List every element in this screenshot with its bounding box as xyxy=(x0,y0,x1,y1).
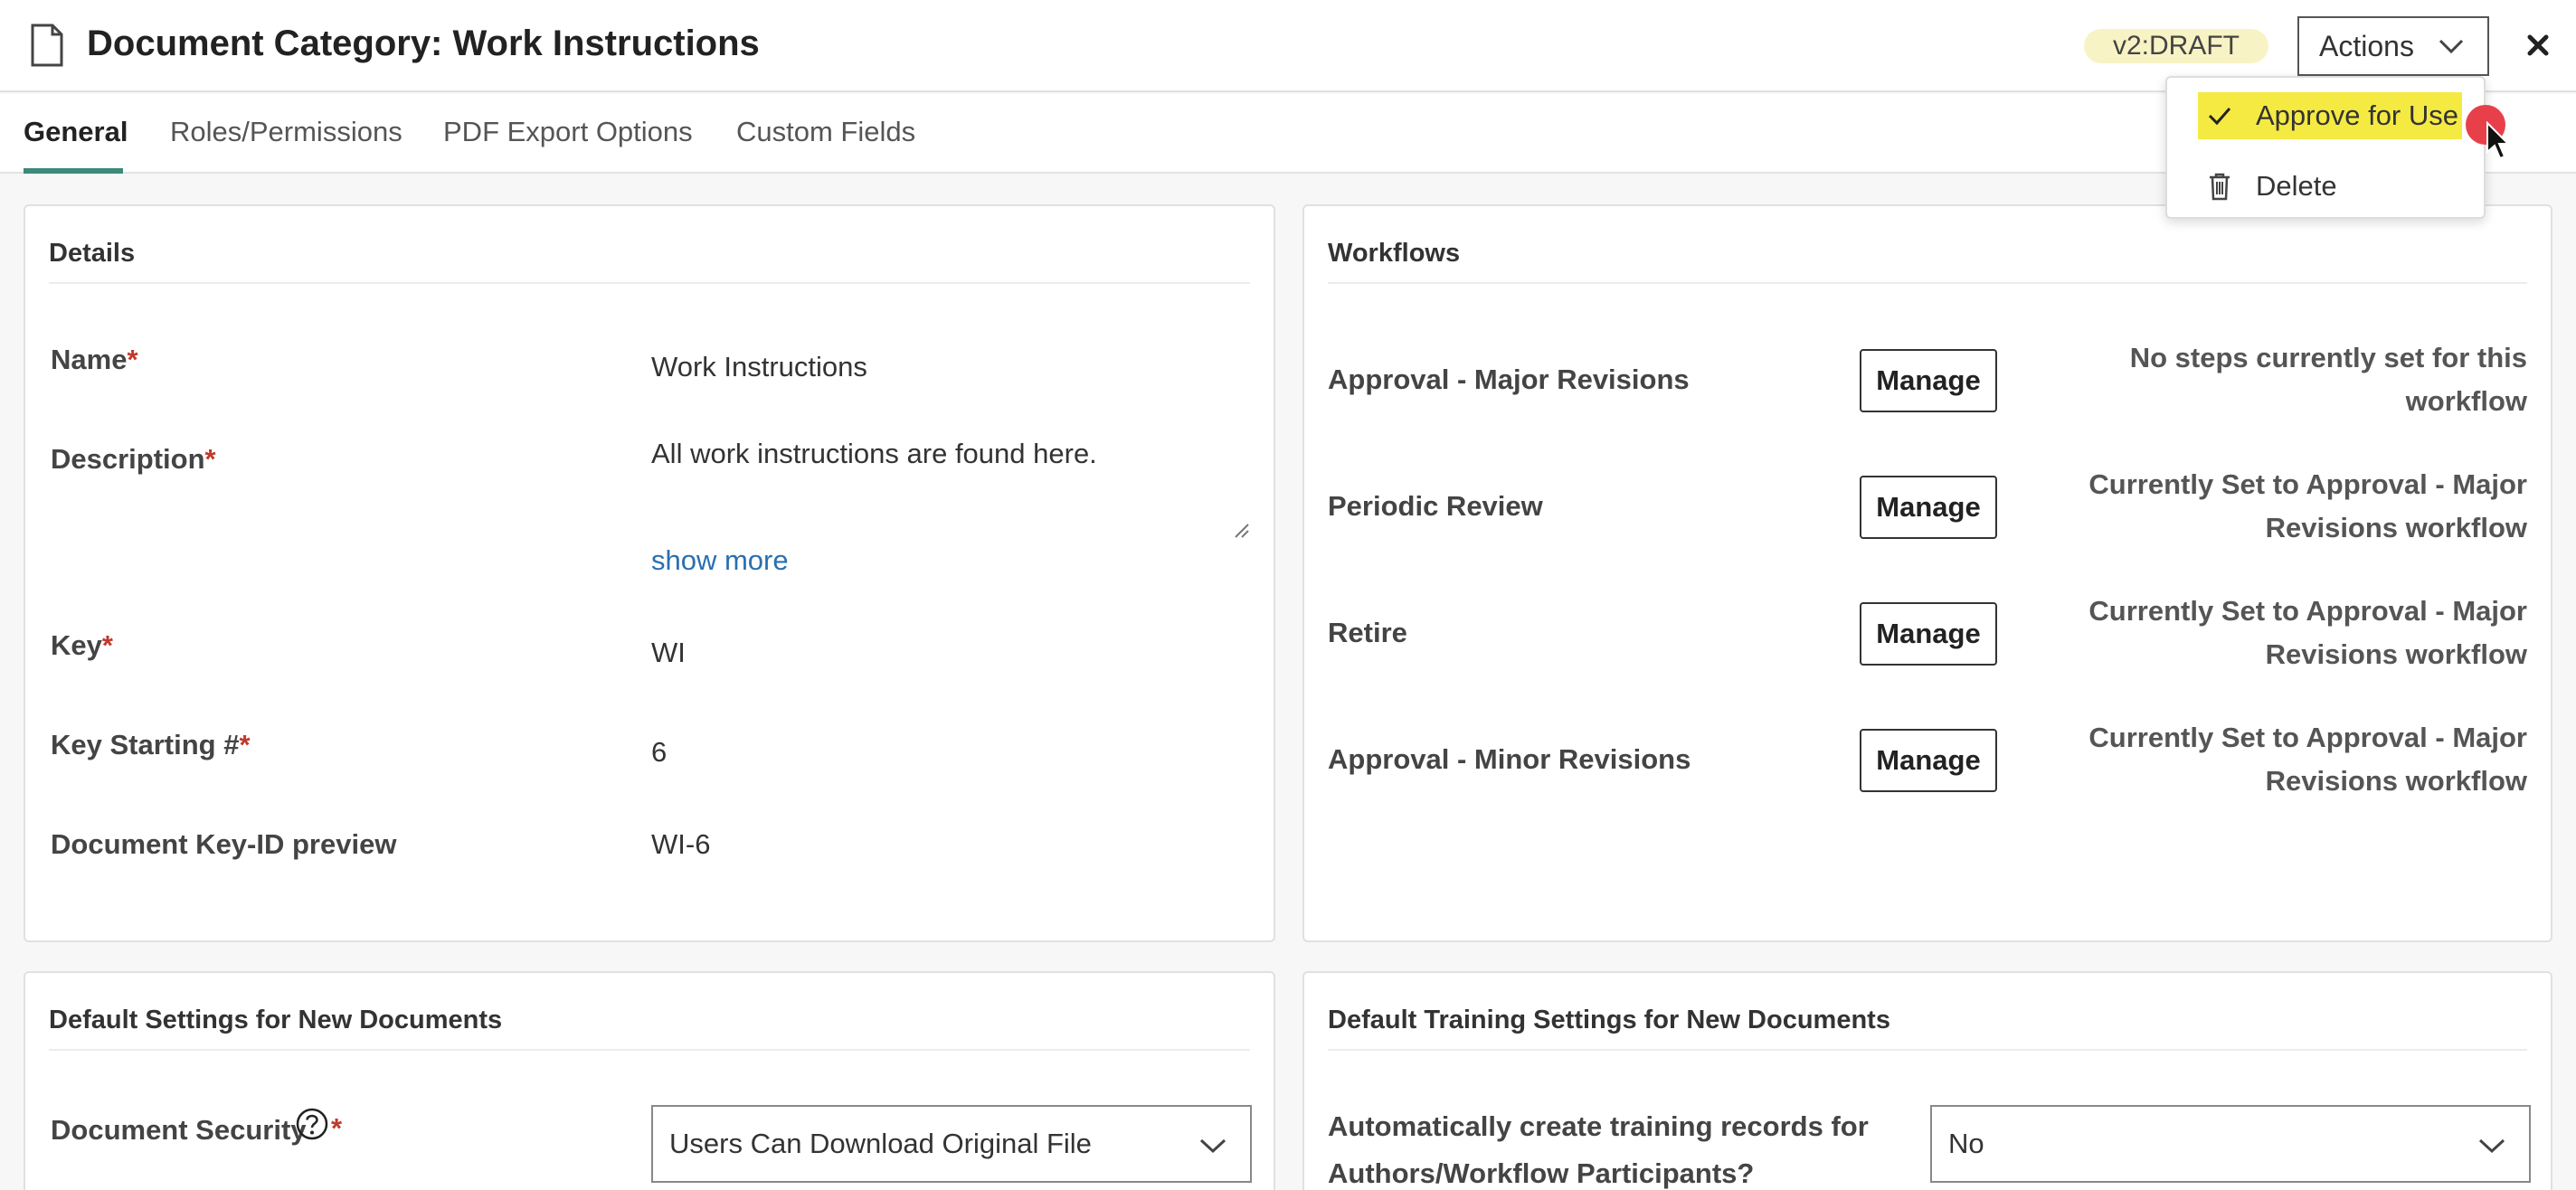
trash-icon xyxy=(2210,173,2230,201)
description-field[interactable]: All work instructions are found here. xyxy=(651,436,1097,472)
required-mark: * xyxy=(101,629,113,661)
chevron-down-icon xyxy=(2478,1138,2505,1154)
default-settings-title: Default Settings for New Documents xyxy=(49,1006,503,1034)
key-label-text: Key xyxy=(51,629,102,661)
tab-custom-fields[interactable]: Custom Fields xyxy=(736,114,915,150)
document-security-select[interactable]: Users Can Download Original File xyxy=(651,1105,1252,1183)
workflow-status: Currently Set to Approval - Major Revisi… xyxy=(2088,722,2527,797)
training-settings-card: Default Training Settings for New Docume… xyxy=(1302,971,2552,1190)
active-tab-indicator xyxy=(24,168,123,174)
auto-training-label-line1: Automatically create training records fo… xyxy=(1328,1110,1869,1142)
details-title: Details xyxy=(49,239,136,268)
workflow-name: Approval - Minor Revisions xyxy=(1328,743,1691,775)
document-icon xyxy=(31,24,63,67)
required-mark: * xyxy=(239,729,251,760)
workflow-name: Retire xyxy=(1328,617,1407,648)
delete-label: Delete xyxy=(2256,170,2337,202)
divider xyxy=(49,282,1250,284)
chevron-down-icon xyxy=(2439,39,2464,54)
auto-training-value: No xyxy=(1948,1128,1984,1159)
key-field[interactable]: WI xyxy=(651,635,686,671)
details-card: Details Name* Work Instructions Descript… xyxy=(24,204,1275,942)
workflows-card: Workflows Approval - Major Revisions Man… xyxy=(1302,204,2552,942)
training-settings-title: Default Training Settings for New Docume… xyxy=(1328,1006,1890,1034)
workflow-status: Currently Set to Approval - Major Revisi… xyxy=(2088,595,2527,670)
workflow-name: Approval - Major Revisions xyxy=(1328,364,1690,395)
workflow-status: No steps currently set for this workflow xyxy=(2129,342,2527,417)
version-badge: v2:DRAFT xyxy=(2084,29,2269,63)
required-mark: * xyxy=(204,443,216,475)
key-starting-label-text: Key Starting # xyxy=(51,729,240,760)
required-mark: * xyxy=(331,1112,343,1144)
auto-training-label-line2: Authors/Workflow Participants? xyxy=(1328,1157,1755,1189)
description-label: Description* xyxy=(51,441,216,477)
tab-pdf-export-options[interactable]: PDF Export Options xyxy=(443,114,693,150)
name-field[interactable]: Work Instructions xyxy=(651,349,867,385)
name-label-text: Name xyxy=(51,344,128,375)
description-label-text: Description xyxy=(51,443,205,475)
manage-button[interactable]: Manage xyxy=(1860,602,1997,666)
key-id-preview-value: WI-6 xyxy=(651,828,711,860)
manage-button[interactable]: Manage xyxy=(1860,349,1997,412)
actions-button-label: Actions xyxy=(2319,29,2414,62)
divider xyxy=(49,1049,1250,1051)
manage-button[interactable]: Manage xyxy=(1860,729,1997,792)
check-icon xyxy=(2208,108,2231,126)
key-label: Key* xyxy=(51,628,113,664)
actions-menu: Approve for Use Delete xyxy=(2165,76,2486,219)
chevron-down-icon xyxy=(1199,1138,1226,1154)
required-mark: * xyxy=(127,344,138,375)
auto-training-select[interactable]: No xyxy=(1930,1105,2531,1183)
key-id-preview-label: Document Key-ID preview xyxy=(51,828,397,860)
page-title: Document Category: Work Instructions xyxy=(87,24,760,63)
key-starting-field[interactable]: 6 xyxy=(651,734,667,770)
workflow-name: Periodic Review xyxy=(1328,490,1543,522)
actions-button[interactable]: Actions xyxy=(2297,16,2489,76)
tab-general[interactable]: General xyxy=(24,114,128,150)
workflow-status: Currently Set to Approval - Major Revisi… xyxy=(2088,468,2527,543)
close-icon xyxy=(2527,34,2549,56)
approve-for-use-menu-item[interactable]: Approve for Use xyxy=(2198,92,2462,139)
document-security-label: Document Security xyxy=(51,1112,307,1148)
delete-menu-item[interactable]: Delete xyxy=(2198,163,2462,210)
help-icon[interactable] xyxy=(295,1107,329,1141)
divider xyxy=(1328,1049,2527,1051)
approve-for-use-label: Approve for Use xyxy=(2256,99,2458,131)
close-button[interactable] xyxy=(2520,27,2556,63)
document-security-label-text: Document Security xyxy=(51,1114,307,1146)
resize-grip-icon[interactable] xyxy=(1232,521,1250,539)
default-settings-card: Default Settings for New Documents Docum… xyxy=(24,971,1275,1190)
key-starting-label: Key Starting #* xyxy=(51,727,251,763)
document-security-value: Users Can Download Original File xyxy=(669,1128,1092,1159)
workflows-title: Workflows xyxy=(1328,239,1461,268)
tab-roles-permissions[interactable]: Roles/Permissions xyxy=(170,114,402,150)
show-more-link[interactable]: show more xyxy=(651,543,789,579)
manage-button[interactable]: Manage xyxy=(1860,476,1997,539)
name-label: Name* xyxy=(51,342,138,378)
mouse-cursor-icon xyxy=(2486,121,2511,160)
divider xyxy=(1328,282,2527,284)
